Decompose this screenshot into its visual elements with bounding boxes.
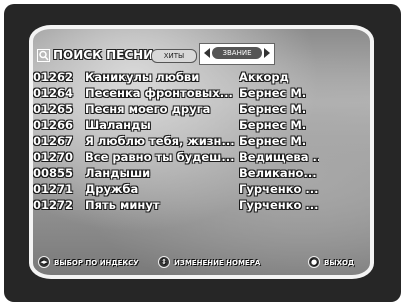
- up-down-button-icon[interactable]: ⇕: [158, 256, 170, 268]
- list-item[interactable]: 01271 Дружба Гурченко ...: [33, 182, 363, 197]
- tab-hits[interactable]: ХИТЫ: [151, 49, 197, 63]
- song-number: 01272: [33, 198, 74, 212]
- change-number-label: ИЗМЕНЕНИЕ НОМЕРА: [174, 259, 261, 267]
- song-artist: Бернес М.: [239, 118, 307, 132]
- song-title: Каникулы любви: [85, 70, 200, 84]
- page-title: ПОИСК ПЕСНИ: [33, 46, 157, 64]
- song-artist: Аккорд: [239, 70, 289, 84]
- tab-active[interactable]: ЗВАНИЕ: [212, 47, 262, 59]
- list-item[interactable]: 01262 Каникулы любви Аккорд: [33, 70, 363, 85]
- song-number: 01270: [33, 150, 74, 164]
- list-item[interactable]: 01267 Я люблю тебя, жизн... Бернес М.: [33, 134, 363, 149]
- song-number: 01266: [33, 118, 74, 132]
- song-list: 01262 Каникулы любви Аккорд 01264 Песенк…: [33, 70, 363, 214]
- song-artist: Гурченко ...: [239, 198, 319, 212]
- song-artist: Бернес М.: [239, 102, 307, 116]
- left-right-button-icon[interactable]: ◂▸: [38, 256, 50, 268]
- song-title: Песня моего друга: [85, 102, 211, 116]
- song-title: Дружба: [85, 182, 139, 196]
- exit-label: ВЫХОД: [324, 259, 355, 267]
- song-title: Пять минут: [85, 198, 160, 212]
- select-by-index-label: ВЫБОР ПО ИНДЕКСУ: [54, 259, 139, 267]
- song-number: 01262: [33, 70, 74, 84]
- song-number: 00855: [33, 166, 74, 180]
- list-item[interactable]: 01265 Песня моего друга Бернес М.: [33, 102, 363, 117]
- list-item[interactable]: 01270 Все равно ты будеш... Ведищева ...: [33, 150, 363, 165]
- song-artist: Великано...: [239, 166, 317, 180]
- song-number: 01265: [33, 102, 74, 116]
- song-title: Шаланды: [85, 118, 151, 132]
- triangle-left-icon[interactable]: [204, 48, 210, 58]
- header-bar: ПОИСК ПЕСНИ ХИТЫ ЗВАНИЕ: [33, 43, 353, 65]
- song-title: Песенка фронтовых...: [85, 86, 233, 100]
- song-title: Ландыши: [85, 166, 151, 180]
- song-artist: Ведищева ...: [239, 150, 319, 164]
- list-item[interactable]: 00855 Ландыши Великано...: [33, 166, 363, 181]
- tab-selector[interactable]: ЗВАНИЕ: [199, 43, 275, 65]
- exit-button-icon[interactable]: ●: [308, 256, 320, 268]
- song-artist: Бернес М.: [239, 86, 307, 100]
- footer-bar: ◂▸ ВЫБОР ПО ИНДЕКСУ ⇕ ИЗМЕНЕНИЕ НОМЕРА ●…: [38, 256, 356, 270]
- song-number: 01271: [33, 182, 74, 196]
- song-artist: Бернес М.: [239, 134, 307, 148]
- list-item[interactable]: 01264 Песенка фронтовых... Бернес М.: [33, 86, 363, 101]
- song-title: Я люблю тебя, жизн...: [85, 134, 235, 148]
- list-item[interactable]: 01266 Шаланды Бернес М.: [33, 118, 363, 133]
- search-icon: [37, 48, 50, 62]
- song-artist: Гурченко ...: [239, 182, 319, 196]
- song-number: 01267: [33, 134, 74, 148]
- page-title-text: ПОИСК ПЕСНИ: [53, 48, 154, 62]
- triangle-right-icon[interactable]: [264, 48, 270, 58]
- list-item[interactable]: 01272 Пять минут Гурченко ...: [33, 198, 363, 213]
- song-number: 01264: [33, 86, 74, 100]
- song-title: Все равно ты будеш...: [85, 150, 235, 164]
